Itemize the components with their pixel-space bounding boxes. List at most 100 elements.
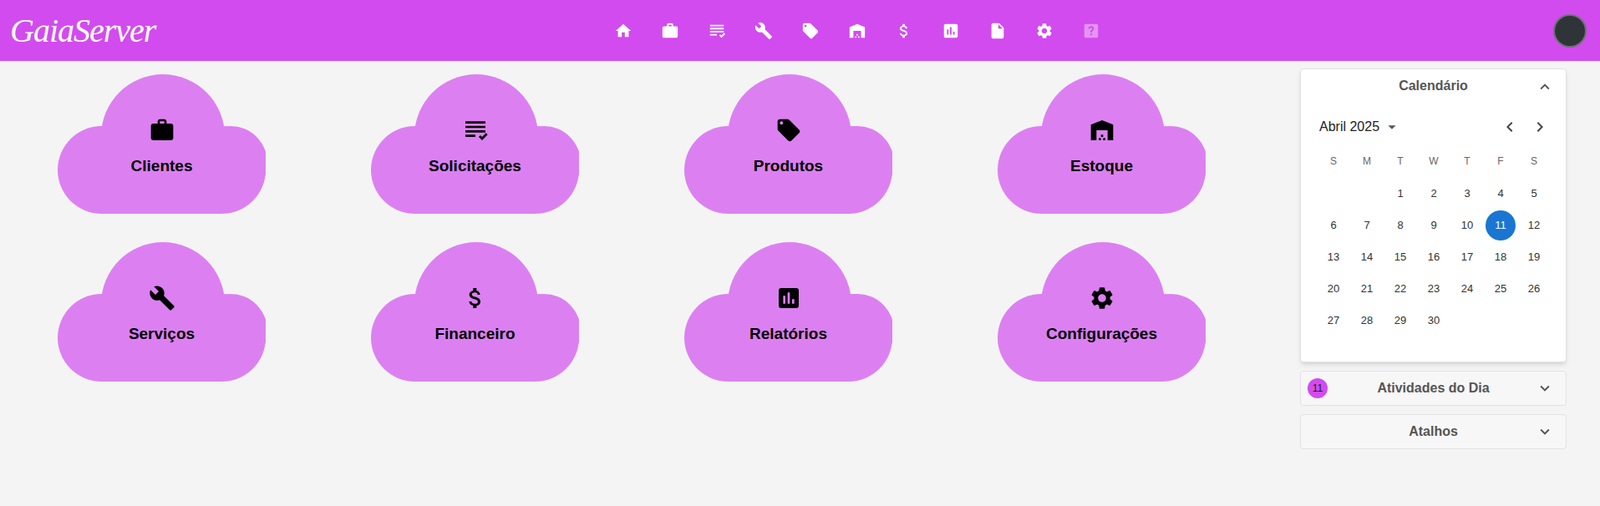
day-button[interactable]: 9 xyxy=(1418,210,1449,241)
briefcase-icon xyxy=(660,21,680,41)
day-button[interactable]: 2 xyxy=(1418,178,1449,209)
top-bar: GaiaServer xyxy=(0,0,1600,61)
day-label: 21 xyxy=(1361,280,1373,298)
day-label: 28 xyxy=(1361,312,1373,330)
count-badge: 11 xyxy=(1307,378,1328,399)
module-tile[interactable]: Relatórios xyxy=(684,242,893,382)
calendar-header[interactable]: Calendário xyxy=(1300,69,1566,103)
accordion-panel[interactable]: Atalhos xyxy=(1300,414,1567,450)
cloud-shape xyxy=(370,242,580,382)
day-button[interactable]: 20 xyxy=(1318,274,1349,305)
day-button[interactable]: 22 xyxy=(1385,274,1416,305)
logo[interactable]: GaiaServer xyxy=(10,10,156,51)
day-button[interactable]: 25 xyxy=(1485,274,1516,305)
nav-button[interactable] xyxy=(646,7,694,55)
module-tile[interactable]: Solicitações xyxy=(370,74,580,214)
module-label: Produtos xyxy=(753,157,823,176)
day-label: 23 xyxy=(1427,280,1440,298)
nav-button[interactable] xyxy=(787,7,834,55)
day-button[interactable]: 18 xyxy=(1485,242,1516,273)
day-button[interactable]: 3 xyxy=(1452,178,1483,209)
day-button[interactable]: 23 xyxy=(1418,274,1449,305)
day-label: 8 xyxy=(1396,217,1403,234)
day-button[interactable]: 14 xyxy=(1351,242,1382,273)
user-avatar[interactable] xyxy=(1553,14,1587,48)
day-label: 30 xyxy=(1427,312,1440,330)
next-month-icon[interactable] xyxy=(1529,116,1550,138)
cloud-shape xyxy=(997,242,1206,382)
day-button[interactable]: 26 xyxy=(1518,274,1550,305)
day-button[interactable]: 1 xyxy=(1385,178,1416,209)
day-button[interactable]: 19 xyxy=(1518,242,1550,273)
module-label: Serviços xyxy=(128,325,195,344)
module-tile[interactable]: Clientes xyxy=(57,74,266,214)
day-button[interactable]: 11 xyxy=(1485,210,1516,241)
day-button[interactable]: 15 xyxy=(1385,242,1416,273)
module-tile[interactable]: Estoque xyxy=(997,74,1206,214)
chevron-down-icon[interactable] xyxy=(1535,379,1555,398)
weekday-label: F xyxy=(1483,153,1518,169)
accordion-panel[interactable]: 11Atividades do Dia xyxy=(1300,370,1567,407)
day-button[interactable]: 16 xyxy=(1418,242,1449,273)
day-button[interactable]: 28 xyxy=(1351,305,1382,336)
day-label: 27 xyxy=(1327,312,1340,330)
module-grid: Clientes Solicitações Produtos Estoque Servi… xyxy=(5,74,1259,382)
month-selector[interactable]: Abril 2025 xyxy=(1319,116,1402,138)
dollar-icon xyxy=(894,21,914,41)
day-button[interactable]: 30 xyxy=(1418,305,1449,336)
document-icon xyxy=(988,21,1007,41)
day-button[interactable]: 8 xyxy=(1385,210,1416,241)
day-label: 22 xyxy=(1394,280,1407,298)
nav-button[interactable] xyxy=(974,7,1021,55)
module-label: Financeiro xyxy=(434,325,515,344)
nav-button[interactable] xyxy=(693,7,741,55)
weekday-label: T xyxy=(1450,153,1484,169)
nav-button[interactable] xyxy=(599,7,647,55)
gear-icon xyxy=(1035,21,1054,41)
day-button[interactable]: 24 xyxy=(1452,274,1483,305)
day-button[interactable]: 12 xyxy=(1518,210,1550,241)
day-label: 7 xyxy=(1363,217,1370,234)
cloud-shape xyxy=(684,242,893,382)
badge-count: 11 xyxy=(1312,380,1323,397)
cloud-shape xyxy=(997,74,1206,214)
wrench-icon xyxy=(754,21,773,41)
previous-month-icon[interactable] xyxy=(1499,116,1520,138)
cloud-shape xyxy=(684,74,893,214)
day-button[interactable]: 7 xyxy=(1351,210,1382,241)
day-button[interactable]: 6 xyxy=(1318,210,1349,241)
day-button[interactable]: 21 xyxy=(1351,274,1382,305)
day-label: 15 xyxy=(1394,248,1407,266)
day-label: 6 xyxy=(1330,217,1336,234)
day-label: 5 xyxy=(1530,185,1537,203)
day-label: 14 xyxy=(1361,248,1373,266)
wrench-icon xyxy=(148,284,176,312)
week-row: 20 21 22 23 24 25 26 xyxy=(1316,273,1551,305)
day-label: 1 xyxy=(1396,185,1403,203)
module-tile[interactable]: Configurações xyxy=(997,242,1206,382)
module-tile[interactable]: Financeiro xyxy=(370,242,580,382)
module-tile[interactable]: Serviços xyxy=(57,242,266,382)
day-button[interactable]: 27 xyxy=(1318,305,1349,336)
nav-button[interactable] xyxy=(1020,7,1068,55)
day-button[interactable]: 5 xyxy=(1518,178,1550,209)
day-button[interactable]: 10 xyxy=(1452,210,1483,241)
main-nav xyxy=(599,7,1115,55)
nav-button[interactable] xyxy=(927,7,975,55)
chevron-down-icon[interactable] xyxy=(1535,422,1555,442)
day-button[interactable]: 29 xyxy=(1385,305,1416,336)
chevron-up-icon[interactable] xyxy=(1535,77,1555,97)
day-button[interactable]: 13 xyxy=(1318,242,1349,273)
nav-button[interactable] xyxy=(740,7,788,55)
day-label: 25 xyxy=(1494,280,1507,298)
nav-button[interactable] xyxy=(880,7,928,55)
day-button[interactable]: 17 xyxy=(1452,242,1483,273)
nav-button[interactable] xyxy=(833,7,881,55)
module-label: Clientes xyxy=(131,157,194,176)
bar-chart-icon xyxy=(775,284,803,312)
day-label: 19 xyxy=(1528,248,1540,266)
day-button[interactable]: 4 xyxy=(1485,178,1516,209)
weekday-label: T xyxy=(1383,153,1418,169)
module-tile[interactable]: Produtos xyxy=(684,74,893,214)
panel-title: Atalhos xyxy=(1408,421,1458,442)
